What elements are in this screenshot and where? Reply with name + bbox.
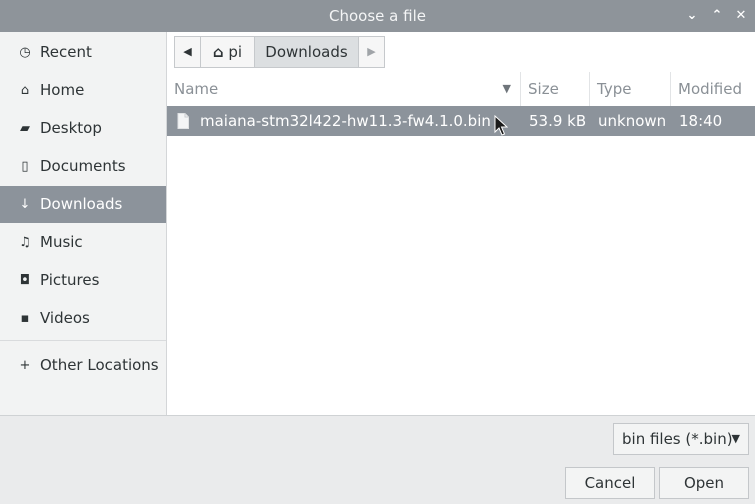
window-title: Choose a file bbox=[329, 7, 426, 25]
sort-descending-icon: ▼ bbox=[502, 82, 511, 95]
sidebar-item-videos[interactable]: ▪ Videos bbox=[0, 300, 166, 337]
places-sidebar: ◷ Recent ⌂ Home ▰ Desktop ▯ Documents ↓ … bbox=[0, 32, 167, 415]
home-icon: ⌂ bbox=[20, 83, 30, 98]
music-icon: ♫ bbox=[19, 235, 31, 250]
sidebar-separator bbox=[0, 340, 166, 341]
file-filter-value: bin files (*.bin) bbox=[622, 430, 733, 448]
file-size: 53.9 kB bbox=[529, 112, 587, 130]
minimize-icon[interactable]: ⌄ bbox=[680, 0, 704, 32]
path-home-button[interactable]: ⌂ pi bbox=[200, 36, 255, 68]
file-list[interactable]: Name ▼ Size Type Modified maiana-stm32l4… bbox=[167, 72, 755, 415]
maximize-icon[interactable]: ⌃ bbox=[705, 0, 729, 32]
file-modified: 18:40 bbox=[679, 112, 723, 130]
sidebar-item-label: Home bbox=[40, 81, 85, 99]
file-icon bbox=[177, 106, 193, 136]
sidebar-item-recent[interactable]: ◷ Recent bbox=[0, 34, 166, 71]
sidebar-item-downloads[interactable]: ↓ Downloads bbox=[0, 186, 166, 223]
sidebar-item-label: Documents bbox=[40, 157, 126, 175]
file-name: maiana-stm32l422-hw11.3-fw4.1.0.bin bbox=[200, 112, 491, 130]
sidebar-item-home[interactable]: ⌂ Home bbox=[0, 72, 166, 109]
file-filter-dropdown[interactable]: bin files (*.bin) ▼ bbox=[613, 423, 749, 455]
file-chooser-dialog: Choose a file ⌄ ⌃ ✕ ◷ Recent ⌂ Home ▰ De… bbox=[0, 0, 755, 504]
file-type: unknown bbox=[598, 112, 667, 130]
sidebar-item-label: Downloads bbox=[40, 195, 123, 213]
sidebar-item-other-locations[interactable]: + Other Locations bbox=[0, 347, 166, 384]
chevron-right-icon: ▶ bbox=[367, 45, 376, 58]
document-icon: ▯ bbox=[21, 159, 29, 174]
sidebar-item-pictures[interactable]: ◘ Pictures bbox=[0, 262, 166, 299]
path-current-button[interactable]: Downloads bbox=[254, 36, 359, 68]
home-icon: ⌂ bbox=[212, 43, 224, 61]
sidebar-item-label: Desktop bbox=[40, 119, 102, 137]
close-icon[interactable]: ✕ bbox=[729, 0, 753, 32]
sidebar-item-label: Videos bbox=[40, 309, 90, 327]
folder-icon: ▰ bbox=[20, 121, 30, 136]
sidebar-item-label: Other Locations bbox=[40, 356, 159, 374]
open-button[interactable]: Open bbox=[659, 467, 749, 499]
sidebar-item-label: Pictures bbox=[40, 271, 100, 289]
video-icon: ▪ bbox=[20, 311, 30, 326]
column-name-label: Name bbox=[174, 80, 219, 98]
clock-icon: ◷ bbox=[19, 45, 31, 60]
column-header-type[interactable]: Type bbox=[590, 72, 671, 106]
mouse-pointer-icon bbox=[494, 115, 508, 136]
dialog-footer: bin files (*.bin) ▼ Cancel Open bbox=[0, 415, 755, 504]
path-home-label: pi bbox=[228, 43, 243, 61]
path-back-button[interactable]: ◀ bbox=[174, 36, 201, 68]
camera-icon: ◘ bbox=[19, 273, 31, 288]
path-forward-button[interactable]: ▶ bbox=[358, 36, 385, 68]
sidebar-item-desktop[interactable]: ▰ Desktop bbox=[0, 110, 166, 147]
column-header-modified[interactable]: Modified bbox=[671, 72, 755, 106]
cancel-button[interactable]: Cancel bbox=[565, 467, 655, 499]
sidebar-item-music[interactable]: ♫ Music bbox=[0, 224, 166, 261]
plus-icon: + bbox=[19, 358, 31, 373]
table-row[interactable]: maiana-stm32l422-hw11.3-fw4.1.0.bin 53.9… bbox=[167, 106, 755, 136]
download-icon: ↓ bbox=[19, 197, 31, 212]
chevron-down-icon: ▼ bbox=[731, 432, 740, 445]
sidebar-item-label: Recent bbox=[40, 43, 92, 61]
sidebar-item-documents[interactable]: ▯ Documents bbox=[0, 148, 166, 185]
column-header-name[interactable]: Name ▼ bbox=[167, 72, 521, 106]
chevron-left-icon: ◀ bbox=[183, 45, 192, 58]
column-header-size[interactable]: Size bbox=[521, 72, 590, 106]
sidebar-item-label: Music bbox=[40, 233, 83, 251]
title-bar[interactable]: Choose a file ⌄ ⌃ ✕ bbox=[0, 0, 755, 32]
